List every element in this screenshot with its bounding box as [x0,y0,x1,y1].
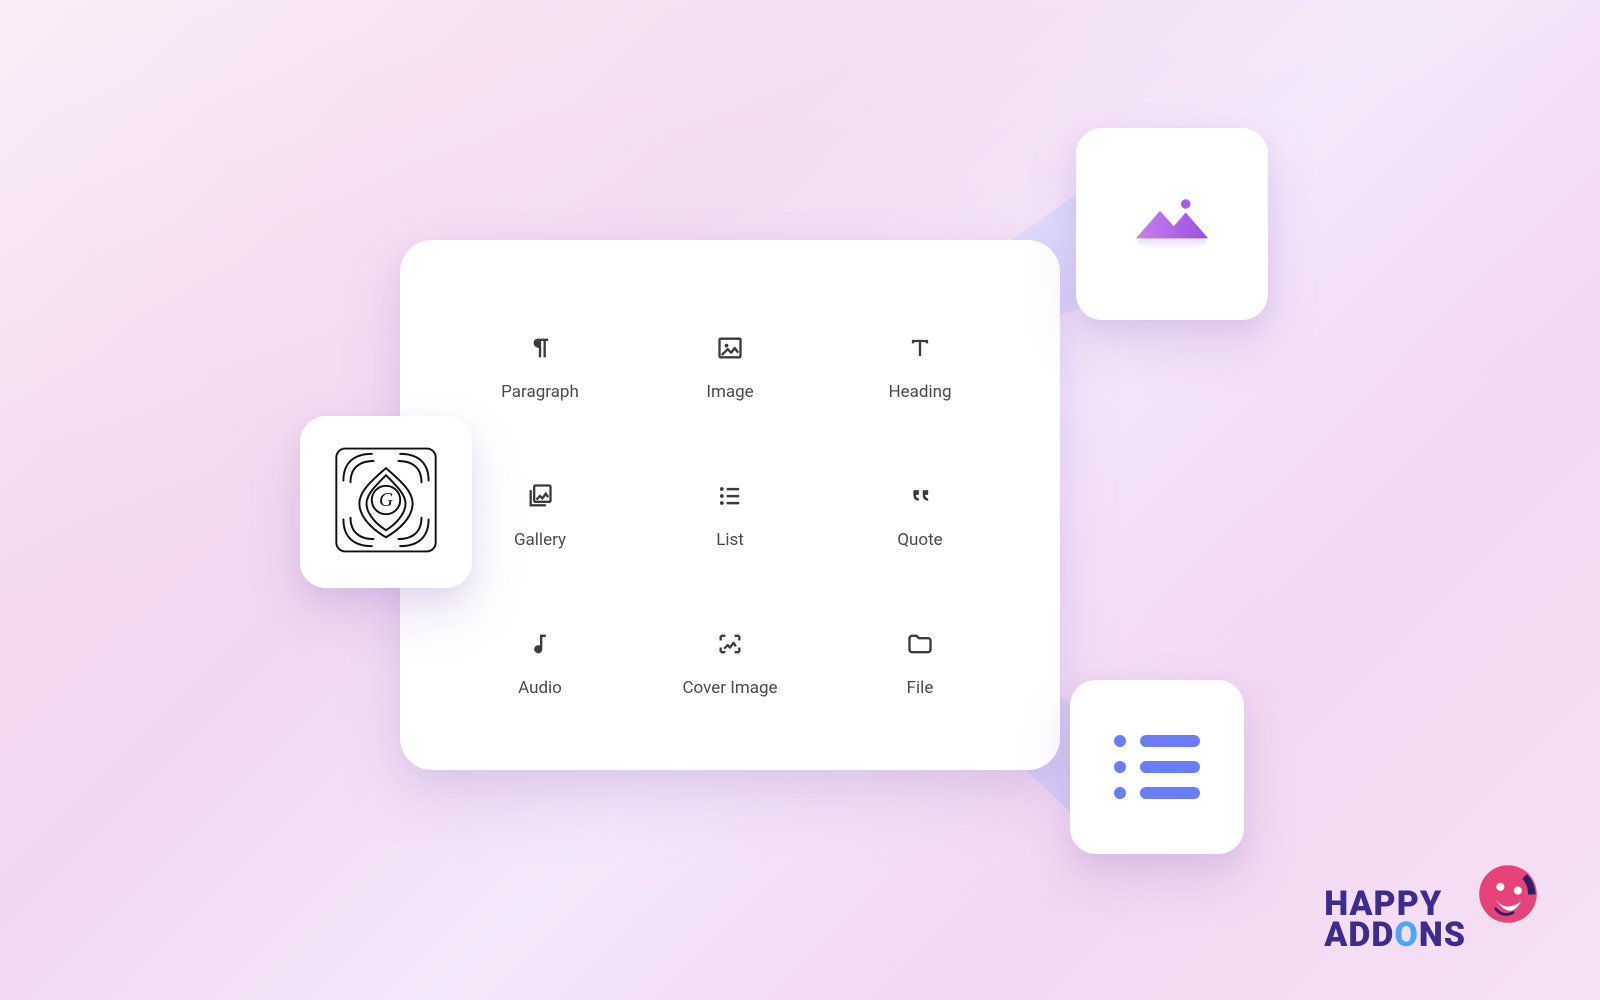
block-paragraph[interactable]: Paragraph [460,332,620,402]
block-gallery[interactable]: Gallery [460,480,620,550]
heading-t-icon [904,332,936,364]
stage: Paragraph Image Heading Gallery [0,0,1600,1000]
list-lines-icon [1114,735,1200,799]
callout-card-list [1070,680,1244,854]
block-grid: Paragraph Image Heading Gallery [400,240,1060,770]
block-file[interactable]: File [840,628,1000,698]
block-label: Quote [897,530,942,550]
block-label: List [716,530,744,550]
image-mountains-icon [1129,190,1215,258]
list-icon [714,480,746,512]
block-picker-panel: Paragraph Image Heading Gallery [400,240,1060,770]
block-label: Image [706,382,753,402]
happy-face-icon [1472,858,1544,930]
block-label: Audio [518,678,562,698]
block-audio[interactable]: Audio [460,628,620,698]
gutenberg-badge-icon: G [332,445,440,559]
callout-card-image [1076,128,1268,320]
image-icon [714,332,746,364]
brand-line2: ADDONS [1324,920,1466,951]
brand-logo: HAPPY ADDONS [1324,884,1544,956]
block-label: Heading [888,382,951,402]
cover-image-icon [714,628,746,660]
block-label: Gallery [514,530,566,550]
block-label: File [907,678,934,698]
quote-icon [904,480,936,512]
block-quote[interactable]: Quote [840,480,1000,550]
callout-card-gutenberg: G [300,416,472,588]
block-cover-image[interactable]: Cover Image [650,628,810,698]
block-label: Paragraph [501,382,579,402]
svg-text:G: G [379,490,393,511]
pilcrow-icon [524,332,556,364]
block-heading[interactable]: Heading [840,332,1000,402]
block-label: Cover Image [682,678,777,698]
gallery-stack-icon [524,480,556,512]
block-list[interactable]: List [650,480,810,550]
brand-wordmark: HAPPY ADDONS [1324,889,1466,952]
block-image[interactable]: Image [650,332,810,402]
music-note-icon [524,628,556,660]
folder-icon [904,628,936,660]
